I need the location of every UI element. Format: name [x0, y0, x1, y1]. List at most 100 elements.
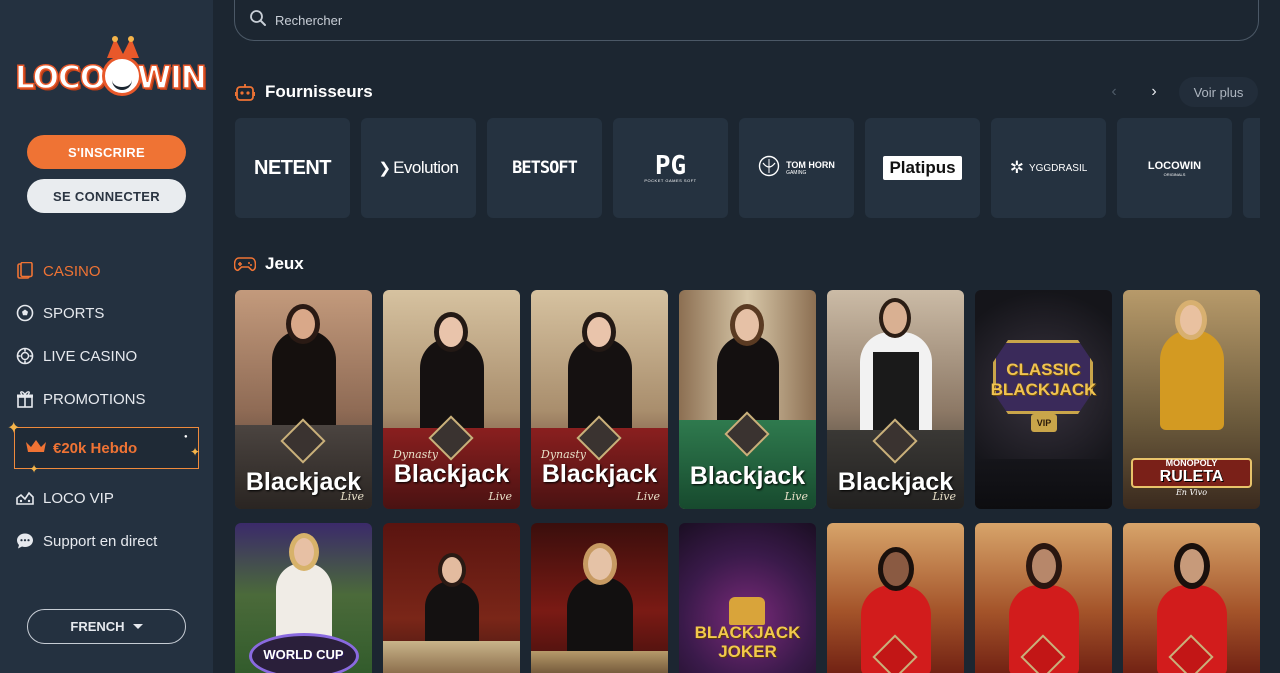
- games-heading: Jeux: [234, 252, 304, 276]
- provider-locowin-originals[interactable]: LOCOWIN ORIGINALS: [1117, 118, 1232, 218]
- nav-item-live-support[interactable]: Support en direct: [15, 529, 157, 553]
- caret-down-icon: [132, 624, 143, 629]
- nav-item-loco-vip[interactable]: LOCO VIP: [15, 486, 114, 510]
- game-prefix: MONOPOLY: [1165, 458, 1218, 468]
- nav-item-sports[interactable]: SPORTS: [15, 301, 104, 325]
- game-tile[interactable]: [975, 523, 1112, 673]
- nav-label: LOCO VIP: [43, 489, 114, 507]
- game-title: RULETA: [1159, 468, 1224, 485]
- provider-subtitle: ORIGINALS: [1163, 171, 1186, 177]
- provider-name: TOM HORN: [786, 160, 835, 170]
- chat-icon: [15, 531, 35, 551]
- game-tag: Live: [488, 490, 512, 503]
- provider-betsoft[interactable]: BETSOFT: [487, 118, 602, 218]
- provider-platipus[interactable]: Platipus: [865, 118, 980, 218]
- logo-text-right: WIN: [136, 59, 207, 97]
- login-button[interactable]: SE CONNECTER: [27, 179, 186, 213]
- game-tile[interactable]: Blackjack Live: [679, 290, 816, 509]
- chip-icon: [15, 346, 35, 366]
- logo-text-left: LOCO: [14, 59, 107, 97]
- provider-yggdrasil[interactable]: ✲ YGGDRASIL: [991, 118, 1106, 218]
- games-title: Jeux: [265, 254, 304, 273]
- chevron-left-icon[interactable]: ‹: [1099, 77, 1129, 107]
- casino-icon: [15, 261, 35, 281]
- game-title: Blackjack: [393, 460, 510, 488]
- games-grid: Blackjack Live Dynasty Blackjack Live Dy…: [235, 290, 1260, 673]
- game-tile[interactable]: MONOPOLY RULETA En Vivo: [1123, 290, 1260, 509]
- vip-icon: [15, 488, 35, 508]
- game-tag: Live: [636, 490, 660, 503]
- yggdrasil-logo-icon: ✲: [1009, 158, 1024, 177]
- game-tile[interactable]: Dynasty Blackjack Live: [383, 290, 520, 509]
- gamepad-icon: [234, 253, 256, 275]
- provider-name: PG: [654, 150, 687, 181]
- providers-carousel: NETENT ❯ Evolution BETSOFT PG POCKET GAM…: [235, 118, 1260, 218]
- provider-name: NETENT: [254, 156, 332, 179]
- game-tile[interactable]: BLACKJACK JOKER: [679, 523, 816, 673]
- nav-item-live-casino[interactable]: LIVE CASINO: [15, 344, 137, 368]
- locowin-logo[interactable]: LOCO WIN: [14, 36, 207, 100]
- jester-face-icon: [102, 56, 142, 96]
- see-more-button[interactable]: Voir plus: [1179, 77, 1258, 107]
- game-tag: Live: [340, 490, 364, 503]
- tom-horn-logo-icon: [758, 155, 780, 182]
- robot-icon: [234, 81, 256, 103]
- game-tile[interactable]: Dynasty Blackjack Live: [531, 290, 668, 509]
- nav-item-promotions[interactable]: PROMOTIONS: [15, 387, 146, 411]
- game-tile[interactable]: [827, 523, 964, 673]
- game-tile[interactable]: [383, 523, 520, 673]
- provider-subtitle: POCKET GAMES SOFT: [644, 177, 697, 183]
- providers-title: Fournisseurs: [265, 82, 373, 101]
- provider-tom-horn[interactable]: TOM HORN GAMING: [739, 118, 854, 218]
- nav-label: PROMOTIONS: [43, 390, 146, 408]
- game-tag: En Vivo: [1175, 488, 1208, 497]
- nav-label: SPORTS: [43, 304, 105, 322]
- game-tile[interactable]: [531, 523, 668, 673]
- provider-name: Evolution: [393, 158, 459, 177]
- provider-name: Platipus: [883, 156, 962, 180]
- gift-icon: [15, 389, 35, 409]
- search-icon: [249, 9, 267, 32]
- game-title: Blackjack: [689, 462, 806, 490]
- provider-name: YGGDRASIL: [1028, 162, 1088, 174]
- provider-evolution[interactable]: ❯ Evolution: [361, 118, 476, 218]
- provider-subtitle: GAMING: [786, 170, 807, 176]
- provider-name: LOCOWIN: [1147, 159, 1202, 172]
- game-tag: Live: [784, 490, 808, 503]
- sparkle-icon: ✦: [29, 462, 40, 476]
- sparkle-icon: ●: [184, 434, 188, 440]
- search-placeholder: Rechercher: [275, 12, 343, 28]
- game-tile[interactable]: CLASSIC BLACKJACK VIP: [975, 290, 1112, 509]
- providers-heading: Fournisseurs: [234, 80, 373, 104]
- weekly-promo-button[interactable]: €20k Hebdo: [14, 427, 199, 469]
- search-input[interactable]: Rechercher: [234, 0, 1259, 41]
- game-tag: Live: [932, 490, 956, 503]
- language-label: FRENCH: [70, 619, 125, 634]
- game-tile[interactable]: Blackjack Live: [827, 290, 964, 509]
- nav-label: LIVE CASINO: [43, 347, 138, 365]
- provider-netent[interactable]: NETENT: [235, 118, 350, 218]
- language-select[interactable]: FRENCH: [27, 609, 186, 644]
- sidebar: LOCO WIN S'INSCRIRE SE CONNECTER CASINO …: [0, 0, 213, 673]
- nav-label: CASINO: [43, 262, 101, 280]
- game-badge: VIP: [1031, 414, 1057, 432]
- crown-icon: [25, 438, 47, 459]
- nav-label: Support en direct: [43, 532, 158, 550]
- signup-button[interactable]: S'INSCRIRE: [27, 135, 186, 169]
- chevron-right-icon[interactable]: ›: [1139, 77, 1169, 107]
- game-title: CLASSIC BLACKJACK: [990, 360, 1097, 399]
- sparkle-icon: ✦: [7, 420, 21, 437]
- provider-pg[interactable]: PG POCKET GAMES SOFT: [613, 118, 728, 218]
- provider-partial[interactable]: [1243, 118, 1260, 218]
- nav-item-casino[interactable]: CASINO: [15, 259, 101, 283]
- game-title: WORLD CUP: [263, 647, 344, 662]
- provider-name: BETSOFT: [512, 158, 578, 178]
- sparkle-icon: ✦: [190, 445, 201, 459]
- game-title: BLACKJACK JOKER: [694, 623, 801, 661]
- game-tile[interactable]: [1123, 523, 1260, 673]
- game-tile[interactable]: Blackjack Live: [235, 290, 372, 509]
- game-title: Blackjack: [541, 460, 658, 488]
- game-tile[interactable]: WORLD CUP: [235, 523, 372, 673]
- evolution-arrow-icon: ❯: [378, 160, 392, 177]
- weekly-promo-label: €20k Hebdo: [53, 439, 138, 457]
